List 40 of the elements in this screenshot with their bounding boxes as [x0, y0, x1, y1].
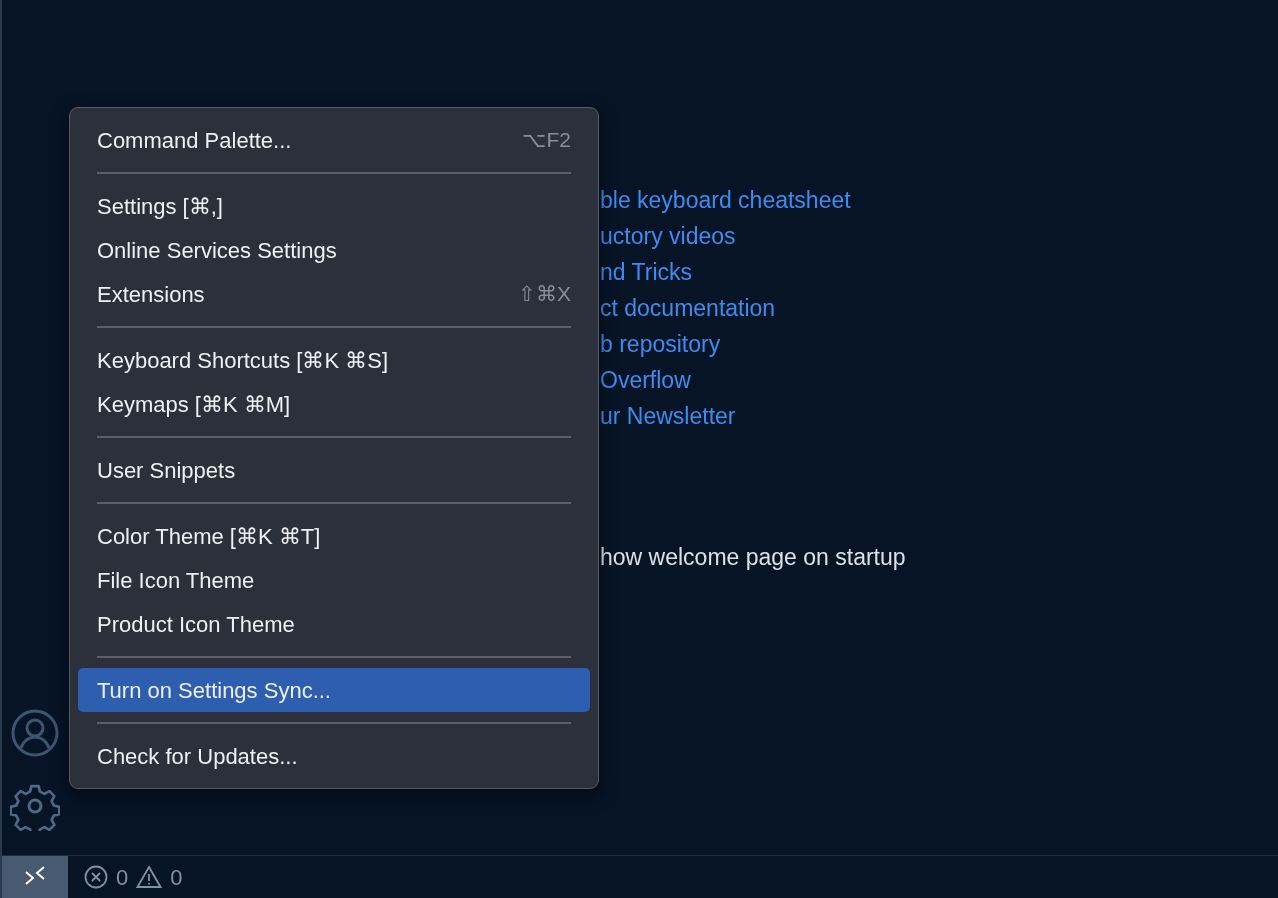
welcome-link[interactable]: ble keyboard cheatsheet: [600, 182, 851, 218]
shortcut-label: ⌥F2: [522, 127, 571, 154]
welcome-link[interactable]: Overflow: [600, 362, 691, 398]
menu-item[interactable]: Settings [⌘,]: [78, 184, 590, 228]
menu-item[interactable]: Product Icon Theme: [78, 602, 590, 646]
menu-item[interactable]: Check for Updates...: [78, 734, 590, 778]
menu-item-label: Turn on Settings Sync...: [97, 676, 331, 705]
menu-item-label: Extensions: [97, 280, 205, 309]
welcome-link[interactable]: uctory videos: [600, 218, 736, 254]
menu-item-label: Product Icon Theme: [97, 610, 295, 639]
menu-item-label: Settings [⌘,]: [97, 192, 223, 221]
menu-item[interactable]: File Icon Theme: [78, 558, 590, 602]
menu-item-label: User Snippets: [97, 456, 236, 485]
welcome-link[interactable]: b repository: [600, 326, 721, 362]
menu-item[interactable]: User Snippets: [78, 448, 590, 492]
account-icon[interactable]: [11, 709, 59, 757]
error-count[interactable]: 0: [116, 860, 129, 894]
menu-item-label: Command Palette...: [97, 126, 292, 155]
menu-item-label: Color Theme [⌘K ⌘T]: [97, 522, 321, 551]
menu-item-label: Online Services Settings: [97, 236, 337, 265]
warning-count[interactable]: 0: [170, 860, 183, 894]
welcome-link[interactable]: ur Newsletter: [600, 398, 736, 434]
welcome-link[interactable]: nd Tricks: [600, 254, 693, 290]
remote-button[interactable]: [2, 856, 68, 898]
error-icon[interactable]: [84, 865, 108, 889]
menu-item[interactable]: Color Theme [⌘K ⌘T]: [78, 514, 590, 558]
menu-item-label: Keyboard Shortcuts [⌘K ⌘S]: [97, 346, 389, 375]
startup-option-label: how welcome page on startup: [600, 543, 907, 572]
menu-item[interactable]: Command Palette... ⌥F2: [78, 118, 590, 162]
menu-item-label: Keymaps [⌘K ⌘M]: [97, 390, 291, 419]
warning-icon[interactable]: [136, 865, 163, 889]
shortcut-label: ⇧⌘X: [518, 281, 571, 308]
menu-item[interactable]: Keyboard Shortcuts [⌘K ⌘S]: [78, 338, 590, 382]
menu-item[interactable]: Turn on Settings Sync...: [78, 668, 590, 712]
welcome-link[interactable]: ct documentation: [600, 290, 776, 326]
menu-item-label: Check for Updates...: [97, 742, 298, 771]
menu-item[interactable]: Keymaps [⌘K ⌘M]: [78, 382, 590, 426]
menu-item[interactable]: Online Services Settings: [78, 228, 590, 272]
menu-item-label: File Icon Theme: [97, 566, 255, 595]
menu-item[interactable]: Extensions ⇧⌘X: [78, 272, 590, 316]
